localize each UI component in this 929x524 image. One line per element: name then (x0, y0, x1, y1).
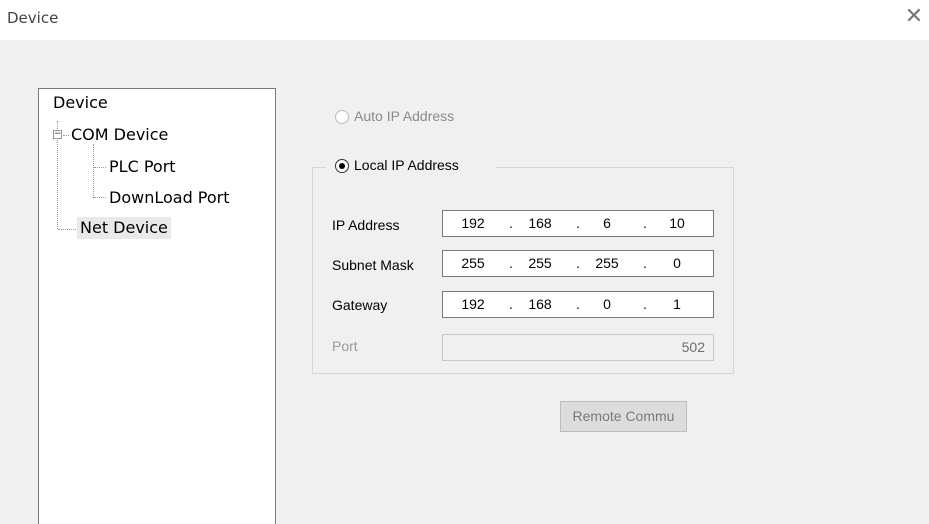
ip-dot: . (643, 296, 647, 312)
gateway-label: Gateway (332, 297, 388, 313)
tree-line (93, 144, 94, 198)
ip-octet-3: 6 (603, 215, 611, 231)
ip-dot: . (509, 296, 513, 312)
gateway-field[interactable]: 192 . 168 . 0 . 1 (442, 291, 714, 318)
tree-line (94, 167, 106, 168)
ip-octet-4: 10 (669, 215, 685, 231)
window-title: Device (7, 9, 59, 27)
ip-dot: . (576, 296, 580, 312)
tree-item-plc-port[interactable]: PLC Port (109, 156, 176, 178)
ip-address-label: IP Address (332, 217, 400, 233)
local-ip-label: Local IP Address (354, 157, 459, 173)
auto-ip-label: Auto IP Address (354, 108, 455, 124)
ip-dot: . (576, 255, 580, 271)
mask-octet-2: 255 (528, 255, 552, 271)
gateway-octet-4: 1 (673, 296, 681, 312)
subnet-mask-field[interactable]: 255 . 255 . 255 . 0 (442, 250, 714, 277)
ip-dot: . (509, 255, 513, 271)
tree-line (63, 135, 69, 136)
ip-dot: . (643, 215, 647, 231)
tree-item-com-device[interactable]: COM Device (71, 124, 168, 146)
gateway-octet-1: 192 (461, 296, 485, 312)
mask-octet-4: 0 (673, 255, 681, 271)
device-tree[interactable]: Device − COM Device PLC Port DownLoad Po… (38, 88, 276, 524)
ip-address-field[interactable]: 192 . 168 . 6 . 10 (442, 210, 714, 237)
port-label: Port (332, 338, 358, 354)
ip-octet-1: 192 (461, 215, 485, 231)
port-field[interactable]: 502 (442, 334, 714, 361)
tree-item-download-port[interactable]: DownLoad Port (109, 187, 230, 209)
mask-octet-1: 255 (461, 255, 485, 271)
tree-line (94, 197, 106, 198)
tree-item-net-device[interactable]: Net Device (77, 217, 171, 239)
ip-octet-2: 168 (528, 215, 552, 231)
ip-dot: . (576, 215, 580, 231)
tree-item-device[interactable]: Device (53, 92, 108, 114)
remote-commu-button[interactable]: Remote Commu (560, 401, 687, 432)
mask-octet-3: 255 (595, 255, 619, 271)
ip-dot: . (643, 255, 647, 271)
gateway-octet-2: 168 (528, 296, 552, 312)
subnet-mask-label: Subnet Mask (332, 257, 414, 273)
gateway-octet-3: 0 (603, 296, 611, 312)
close-icon[interactable]: ✕ (903, 6, 925, 28)
local-ip-radio[interactable] (335, 159, 349, 173)
ip-dot: . (509, 215, 513, 231)
radio-dot-icon (339, 163, 345, 169)
collapse-icon[interactable]: − (53, 130, 62, 139)
title-bar: Device ✕ (0, 0, 929, 40)
tree-line (58, 229, 76, 230)
auto-ip-radio[interactable] (335, 110, 349, 124)
